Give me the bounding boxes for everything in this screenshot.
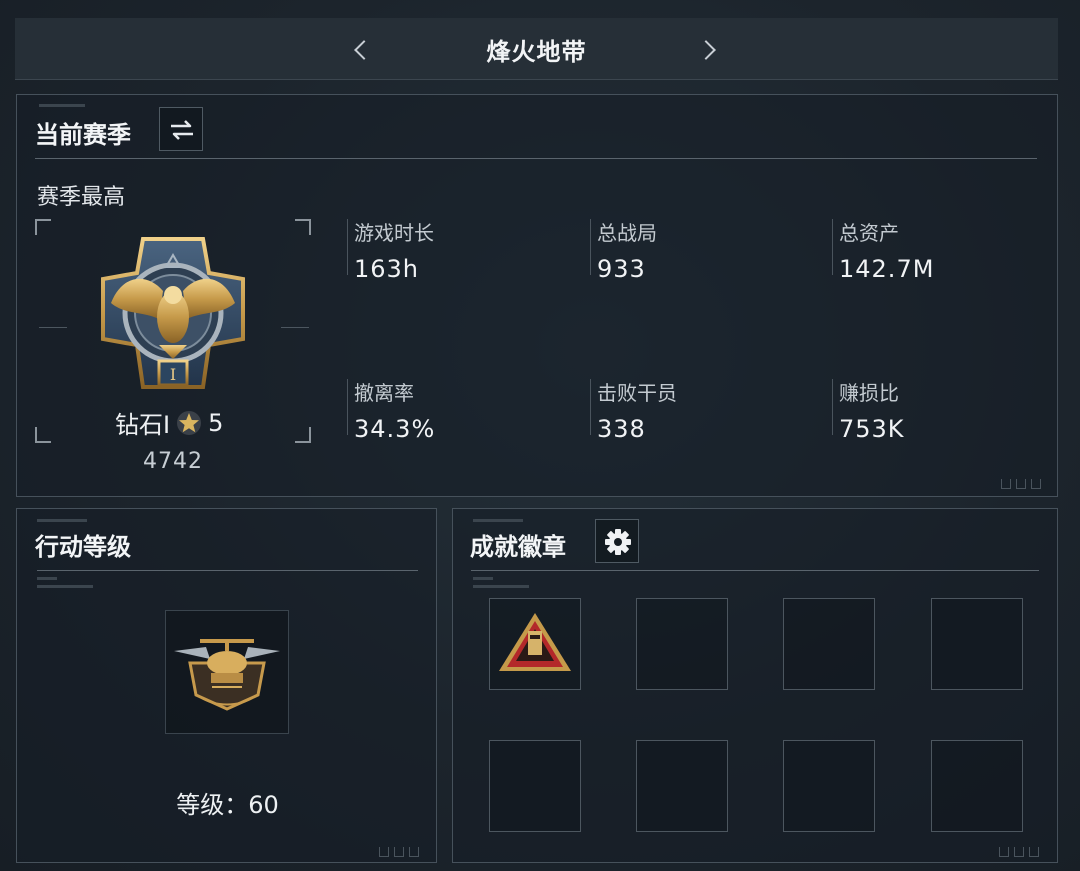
level-display: 等级：60 [17, 785, 438, 820]
action-level-title: 行动等级 [35, 533, 131, 561]
action-level-badge-frame [165, 610, 289, 734]
achievement-badges-panel: 成就徽章 [452, 508, 1058, 863]
divider [35, 158, 1037, 159]
current-season-panel: 当前赛季 赛季最高 I 钻石I 5 4742 游戏时长 163h 总战局 933… [16, 94, 1058, 497]
stat-value-play-time: 163h [354, 255, 420, 283]
stat-label-operators-defeated: 击败干员 [597, 381, 677, 405]
stat-value-profit-loss-ratio: 753K [839, 415, 905, 443]
divider [471, 570, 1039, 571]
switch-season-button[interactable] [159, 107, 203, 151]
rank-stars: 5 [208, 408, 224, 437]
diamond-rank-emblem: I [101, 237, 245, 389]
swap-icon [171, 120, 193, 140]
season-best-label: 赛季最高 [37, 185, 126, 210]
badge-slot[interactable] [931, 598, 1023, 690]
mode-header-bar: 烽火地带 [15, 18, 1058, 80]
deco-line [39, 104, 85, 107]
badge-slot[interactable] [489, 598, 581, 690]
stat-divider [347, 379, 348, 435]
stat-value-total-assets: 142.7M [839, 255, 935, 283]
deco-line [473, 519, 523, 522]
stat-label-profit-loss-ratio: 赚损比 [839, 381, 899, 405]
deco-line [37, 577, 57, 580]
frame-tick [281, 327, 309, 328]
frame-corner [35, 219, 51, 235]
stat-label-total-assets: 总资产 [839, 221, 899, 245]
mode-title: 烽火地带 [486, 38, 587, 66]
badge-settings-button[interactable] [595, 519, 639, 563]
frame-corner [295, 219, 311, 235]
achievements-title: 成就徽章 [470, 533, 566, 561]
badge-slot[interactable] [636, 740, 728, 832]
badge-slot[interactable] [489, 740, 581, 832]
frame-tick [39, 327, 67, 328]
stat-divider [590, 219, 591, 275]
stat-label-play-time: 游戏时长 [354, 221, 434, 245]
stat-divider [590, 379, 591, 435]
star-icon [177, 410, 202, 435]
divider [37, 570, 418, 571]
svg-text:I: I [170, 365, 176, 384]
badge-slot[interactable] [636, 598, 728, 690]
pyramid-badge-icon [499, 613, 571, 671]
helicopter-badge-icon [174, 639, 280, 711]
deco-line [37, 585, 93, 588]
rank-display: 钻石I 5 [115, 405, 223, 440]
stat-divider [832, 379, 833, 435]
rank-name: 钻石I [115, 411, 171, 439]
season-title: 当前赛季 [35, 121, 131, 149]
action-level-panel: 行动等级 等级：60 [16, 508, 437, 863]
gear-icon [605, 529, 631, 555]
badge-slot[interactable] [783, 598, 875, 690]
frame-corner [35, 427, 51, 443]
level-label: 等级： [176, 791, 249, 819]
badge-slot[interactable] [783, 740, 875, 832]
deco-line [37, 519, 87, 522]
deco-line [473, 585, 529, 588]
rank-points: 4742 [143, 449, 203, 474]
stat-value-extraction-rate: 34.3% [354, 415, 436, 443]
deco-line [473, 577, 493, 580]
stat-label-total-matches: 总战局 [597, 221, 657, 245]
stat-value-operators-defeated: 338 [597, 415, 646, 443]
stat-label-extraction-rate: 撤离率 [354, 381, 414, 405]
panel-corner-deco [1001, 479, 1041, 489]
stat-divider [347, 219, 348, 275]
frame-corner [295, 427, 311, 443]
panel-corner-deco [999, 847, 1039, 857]
panel-corner-deco [379, 847, 419, 857]
badge-slot[interactable] [931, 740, 1023, 832]
stat-value-total-matches: 933 [597, 255, 646, 283]
stat-divider [832, 219, 833, 275]
level-value: 60 [248, 791, 279, 819]
